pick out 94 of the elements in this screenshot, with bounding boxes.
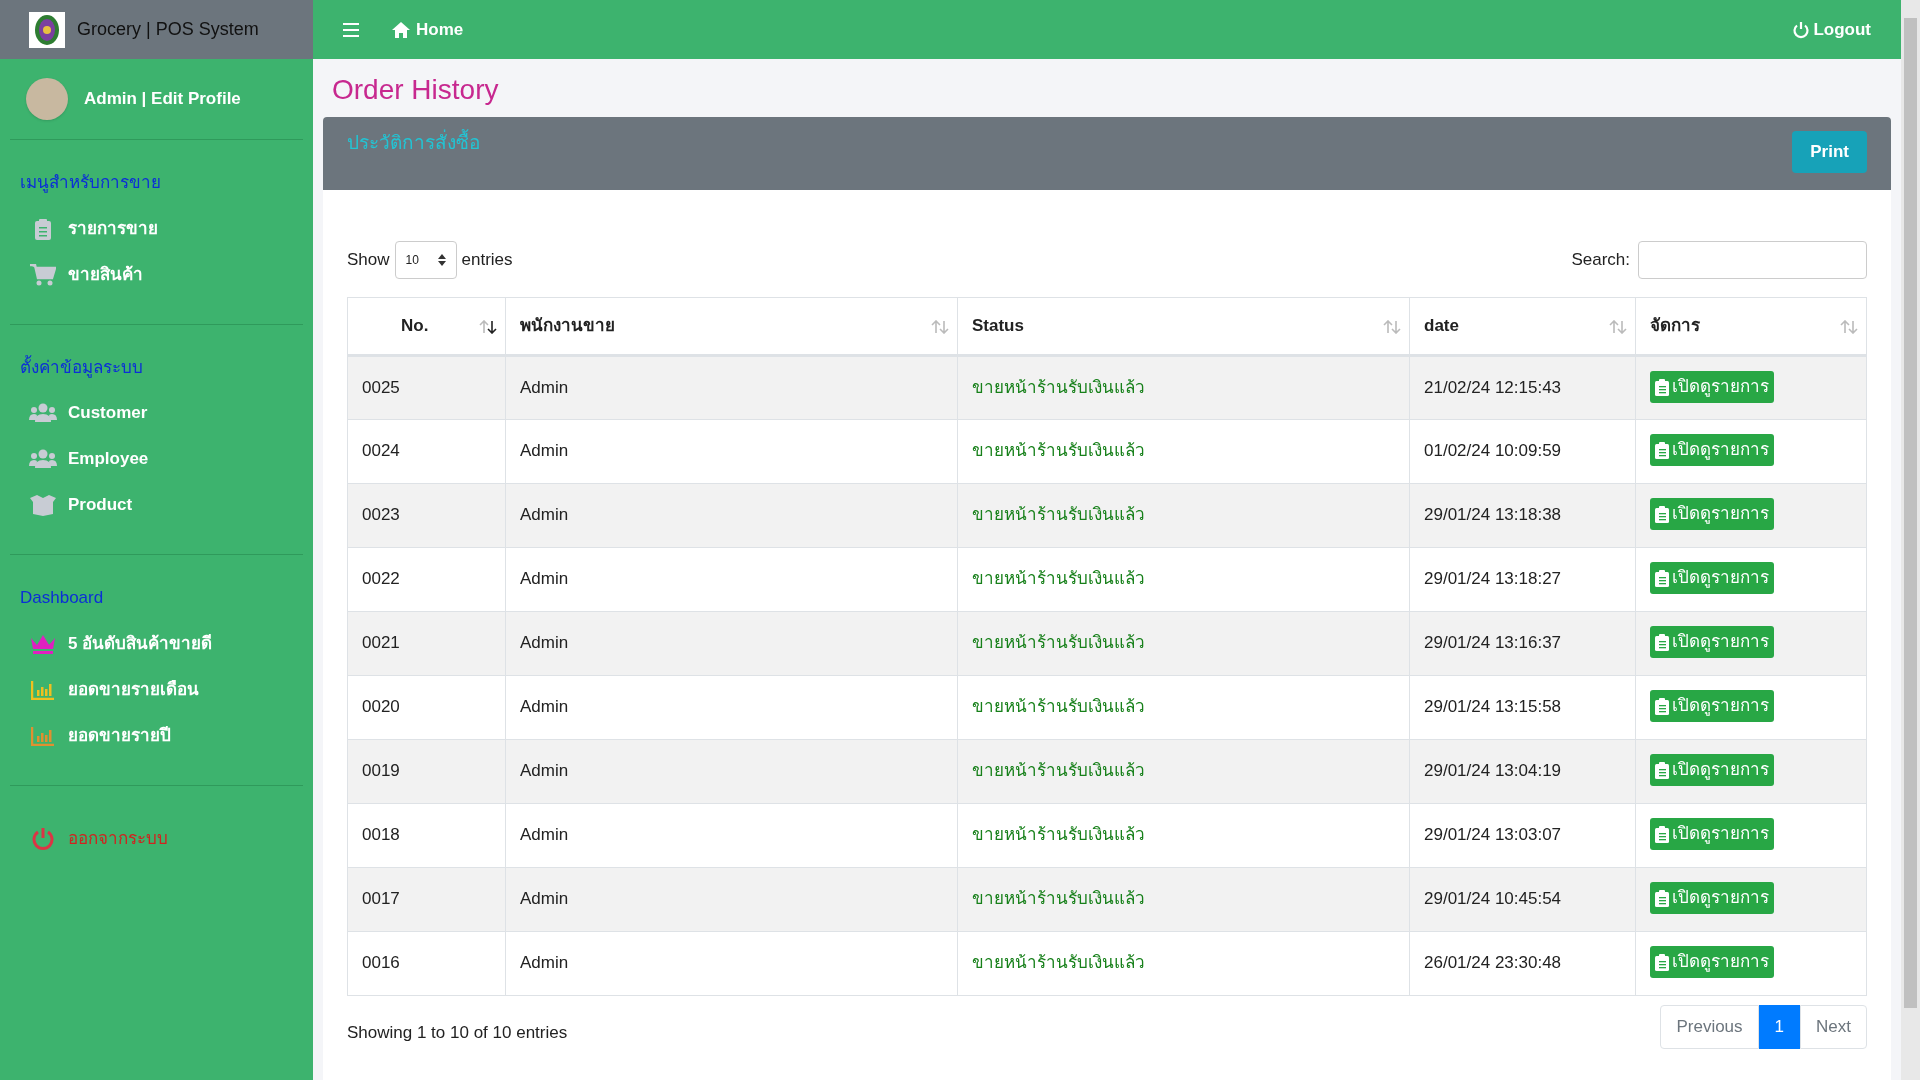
view-order-button[interactable]: เปิดดูรายการ	[1650, 946, 1774, 978]
print-button[interactable]: Print	[1792, 131, 1867, 173]
clipboard-icon	[1655, 505, 1669, 523]
menu-icon[interactable]	[343, 22, 359, 37]
app-title: Grocery | POS System	[77, 18, 259, 41]
table-cell: ขายหน้าร้านรับเงินแล้ว	[957, 611, 1410, 676]
pagination-link[interactable]: Previous	[1660, 1005, 1759, 1049]
table-cell: 29/01/24 13:18:27	[1409, 547, 1636, 612]
sidebar-item[interactable]: Employee	[10, 436, 303, 482]
sidebar-heading: เมนูสำหรับการขาย	[19, 172, 162, 195]
view-order-button[interactable]: เปิดดูรายการ	[1650, 690, 1774, 722]
table-cell: 0019	[347, 739, 506, 804]
table-cell: 0021	[347, 611, 506, 676]
show-label: Show	[347, 249, 390, 272]
table-cell: ขายหน้าร้านรับเงินแล้ว	[957, 675, 1410, 740]
table-cell: ขายหน้าร้านรับเงินแล้ว	[957, 547, 1410, 612]
edit-profile-link[interactable]: Admin | Edit Profile	[84, 86, 241, 112]
table-cell: ขายหน้าร้านรับเงินแล้ว	[957, 355, 1410, 420]
table-cell: 0016	[347, 931, 506, 996]
clipboard-icon	[1655, 569, 1669, 587]
sidebar-item[interactable]: ยอดขายรายปี	[10, 712, 303, 759]
sort-caret-icon	[437, 254, 446, 266]
table-cell: 29/01/24 10:45:54	[1409, 867, 1636, 932]
clipboard-icon	[1655, 378, 1669, 396]
table-cell: Admin	[505, 483, 958, 548]
logout-link[interactable]: Logout	[1793, 16, 1871, 43]
table-cell: 0022	[347, 547, 506, 612]
table-info: Showing 1 to 10 of 10 entries	[347, 1022, 568, 1045]
table-cell: ขายหน้าร้านรับเงินแล้ว	[957, 739, 1410, 804]
table-cell: ขายหน้าร้านรับเงินแล้ว	[957, 931, 1410, 996]
table-cell: Admin	[505, 419, 958, 484]
table-cell: Admin	[505, 355, 958, 420]
clipboard-icon	[1655, 761, 1669, 779]
search-label: Search:	[1571, 249, 1630, 272]
table-cell: 0020	[347, 675, 506, 740]
logo-icon	[29, 11, 65, 48]
table-cell: Admin	[505, 611, 958, 676]
table-cell: 01/02/24 10:09:59	[1409, 419, 1636, 484]
sidebar-item[interactable]: ยอดขายรายเดือน	[10, 666, 303, 713]
clipboard-icon	[1655, 633, 1669, 651]
sidebar-item[interactable]: ออกจากระบบ	[10, 815, 303, 862]
sidebar-heading: Dashboard	[19, 587, 105, 609]
table-cell: ขายหน้าร้านรับเงินแล้ว	[957, 803, 1410, 868]
sidebar-item[interactable]: รายการขาย	[10, 205, 303, 252]
table-cell: Admin	[505, 867, 958, 932]
table-cell: 0024	[347, 419, 506, 484]
search-field[interactable]	[1638, 241, 1867, 279]
sidebar-item[interactable]: Customer	[10, 390, 303, 436]
sidebar-heading: ตั้งค่าข้อมูลระบบ	[19, 354, 144, 380]
clipboard-icon	[1655, 825, 1669, 843]
page-title: Order History	[332, 73, 500, 107]
table-cell: 0025	[347, 355, 506, 420]
table-cell: Admin	[505, 739, 958, 804]
view-order-button[interactable]: เปิดดูรายการ	[1650, 498, 1774, 530]
table-cell: ขายหน้าร้านรับเงินแล้ว	[957, 867, 1410, 932]
power-icon	[1793, 20, 1810, 39]
table-cell: 21/02/24 12:15:43	[1409, 355, 1636, 420]
table-cell: 0018	[347, 803, 506, 868]
table-cell: 0017	[347, 867, 506, 932]
pagination-link[interactable]: 1	[1758, 1005, 1801, 1049]
table-cell: ขายหน้าร้านรับเงินแล้ว	[957, 483, 1410, 548]
clipboard-icon	[1655, 889, 1669, 907]
view-order-button[interactable]: เปิดดูรายการ	[1650, 626, 1774, 658]
clipboard-icon	[1655, 953, 1669, 971]
table-cell: 29/01/24 13:16:37	[1409, 611, 1636, 676]
home-link[interactable]: Home	[391, 16, 464, 43]
view-order-button[interactable]: เปิดดูรายการ	[1650, 371, 1774, 403]
card-title: ประวัติการสั่งซื้อ	[347, 129, 480, 158]
view-order-button[interactable]: เปิดดูรายการ	[1650, 754, 1774, 786]
table-cell: 29/01/24 13:15:58	[1409, 675, 1636, 740]
sidebar-item[interactable]: Product	[10, 482, 303, 528]
avatar	[26, 78, 68, 120]
view-order-button[interactable]: เปิดดูรายการ	[1650, 818, 1774, 850]
pagination-link[interactable]: Next	[1800, 1005, 1867, 1049]
clipboard-icon	[1655, 697, 1669, 715]
table-cell: Admin	[505, 547, 958, 612]
entries-label: entries	[461, 249, 513, 272]
view-order-button[interactable]: เปิดดูรายการ	[1650, 882, 1774, 914]
sidebar-item[interactable]: 5 อันดับสินค้าขายดี	[10, 620, 303, 667]
table-cell: 0023	[347, 483, 506, 548]
table-cell: 29/01/24 13:04:19	[1409, 739, 1636, 804]
home-icon	[391, 20, 411, 39]
clipboard-icon	[1655, 441, 1669, 459]
page-length-select[interactable]: 10	[394, 241, 457, 279]
table-cell: Admin	[505, 931, 958, 996]
table-cell: 29/01/24 13:18:38	[1409, 483, 1636, 548]
table-cell: ขายหน้าร้านรับเงินแล้ว	[957, 419, 1410, 484]
table-cell: Admin	[505, 675, 958, 740]
sidebar-item[interactable]: ขายสินค้า	[10, 251, 303, 298]
table-cell: 26/01/24 23:30:48	[1409, 931, 1636, 996]
table-cell: Admin	[505, 803, 958, 868]
table-cell: 29/01/24 13:03:07	[1409, 803, 1636, 868]
view-order-button[interactable]: เปิดดูรายการ	[1650, 562, 1774, 594]
view-order-button[interactable]: เปิดดูรายการ	[1650, 434, 1774, 466]
